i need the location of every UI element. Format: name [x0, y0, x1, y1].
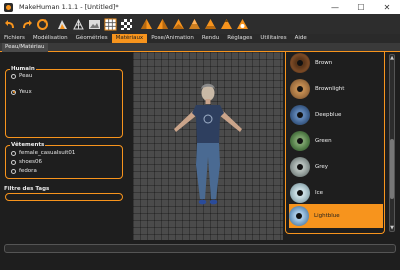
redo-icon[interactable] — [19, 17, 34, 32]
humain-group-title: Humain — [10, 66, 36, 72]
window-title: MakeHuman 1.1.1 - [Untitled]* — [19, 3, 119, 11]
human-model[interactable] — [168, 77, 248, 237]
radio-shoes06[interactable]: shoes06 — [11, 159, 42, 165]
reset-icon[interactable] — [35, 17, 50, 32]
scroll-thumb[interactable] — [390, 139, 394, 199]
radio-female-casualsuit01-circle[interactable] — [11, 150, 16, 156]
eye-swatch-green — [290, 131, 310, 151]
radio-peau-circle[interactable] — [11, 73, 16, 79]
radio-shoes06-circle[interactable] — [11, 159, 16, 165]
grid-icon[interactable] — [103, 17, 118, 32]
material-deepblue-label: Deepblue — [315, 112, 342, 118]
scroll-up-icon[interactable]: ▲ — [389, 55, 395, 61]
material-list: Brown Brownlight Deepblue Green Grey Ice… — [285, 52, 385, 234]
material-brownlight-label: Brownlight — [315, 86, 345, 92]
eye-swatch-brown — [290, 53, 310, 73]
checker-icon[interactable] — [119, 17, 134, 32]
tab-geometries[interactable]: Géométries — [72, 34, 112, 43]
progress-bar — [4, 244, 396, 253]
material-green-label: Green — [315, 138, 332, 144]
reset-camera-icon[interactable] — [235, 17, 250, 32]
radio-yeux-label: Yeux — [19, 89, 32, 95]
eye-swatch-deepblue — [290, 105, 310, 125]
right-view-icon[interactable] — [187, 17, 202, 32]
material-brown-label: Brown — [315, 60, 333, 66]
right-panel: Brown Brownlight Deepblue Green Grey Ice… — [283, 52, 400, 240]
radio-peau[interactable]: Peau — [11, 73, 32, 79]
minimize-button[interactable]: — — [322, 0, 348, 14]
material-grey-label: Grey — [315, 164, 329, 170]
material-lightblue-label: Lightblue — [314, 213, 340, 219]
front-view-icon[interactable] — [139, 17, 154, 32]
radio-fedora-circle[interactable] — [11, 168, 16, 174]
radio-shoes06-label: shoes06 — [19, 159, 42, 165]
sub-tabs: Peau/Matériau — [0, 43, 400, 52]
material-lightblue[interactable]: Lightblue — [289, 204, 383, 228]
tab-fichiers[interactable]: Fichiers — [0, 34, 29, 43]
scroll-down-icon[interactable]: ▼ — [389, 225, 395, 231]
eye-swatch-lightblue — [289, 206, 309, 226]
radio-yeux[interactable]: Yeux — [11, 89, 32, 95]
status-bar — [0, 240, 400, 270]
back-view-icon[interactable] — [155, 17, 170, 32]
material-ice-label: Ice — [315, 190, 324, 196]
filter-tags-title: Filtre des Tags — [4, 186, 50, 192]
humain-group: Humain Peau Yeux — [5, 66, 123, 138]
tab-reglages[interactable]: Réglages — [223, 34, 256, 43]
radio-yeux-circle[interactable] — [11, 89, 16, 95]
filter-tags-input[interactable] — [5, 193, 123, 201]
radio-peau-label: Peau — [19, 73, 33, 79]
title-bar: MakeHuman 1.1.1 - [Untitled]* — ☐ ✕ — [0, 0, 400, 14]
toolbar — [0, 14, 400, 34]
eye-swatch-grey — [290, 157, 310, 177]
tab-aide[interactable]: Aide — [291, 34, 311, 43]
material-deepblue[interactable]: Deepblue — [290, 103, 382, 127]
main-tabs: Fichiers Modélisation Géométries Matéria… — [0, 34, 400, 43]
undo-icon[interactable] — [3, 17, 18, 32]
tab-modelisation[interactable]: Modélisation — [29, 34, 72, 43]
background-icon[interactable] — [87, 17, 102, 32]
3d-viewport[interactable] — [133, 52, 283, 240]
radio-fedora-label: fedora — [19, 168, 37, 174]
material-green[interactable]: Green — [290, 129, 382, 153]
radio-fedora[interactable]: fedora — [11, 168, 37, 174]
material-brown[interactable]: Brown — [290, 52, 382, 75]
vetements-group: Vêtements female_casualsuit01 shoes06 fe… — [5, 142, 123, 179]
radio-female-casualsuit01[interactable]: female_casualsuit01 — [11, 150, 75, 156]
radio-female-casualsuit01-label: female_casualsuit01 — [19, 150, 76, 156]
subtab-peau-materiau[interactable]: Peau/Matériau — [2, 43, 48, 52]
tab-pose-animation[interactable]: Pose/Animation — [147, 34, 198, 43]
left-view-icon[interactable] — [171, 17, 186, 32]
material-ice[interactable]: Ice — [290, 181, 382, 205]
top-view-icon[interactable] — [203, 17, 218, 32]
material-list-scrollbar[interactable]: ▲ ▼ — [389, 54, 395, 232]
tab-materiaux[interactable]: Matériaux — [111, 34, 148, 43]
maximize-button[interactable]: ☐ — [348, 0, 374, 14]
left-panel: Humain Peau Yeux Vêtements female_casual… — [0, 52, 133, 240]
material-brownlight[interactable]: Brownlight — [290, 77, 382, 101]
eye-swatch-brownlight — [290, 79, 310, 99]
vetements-group-title: Vêtements — [10, 142, 46, 148]
wireframe-icon[interactable] — [71, 17, 86, 32]
eye-swatch-ice — [290, 183, 310, 203]
close-button[interactable]: ✕ — [374, 0, 400, 14]
smooth-icon[interactable] — [55, 17, 70, 32]
app-logo-icon — [4, 2, 13, 12]
tab-rendu[interactable]: Rendu — [198, 34, 223, 43]
tab-utilitaires[interactable]: Utilitaires — [256, 34, 290, 43]
material-grey[interactable]: Grey — [290, 155, 382, 179]
bottom-view-icon[interactable] — [219, 17, 234, 32]
